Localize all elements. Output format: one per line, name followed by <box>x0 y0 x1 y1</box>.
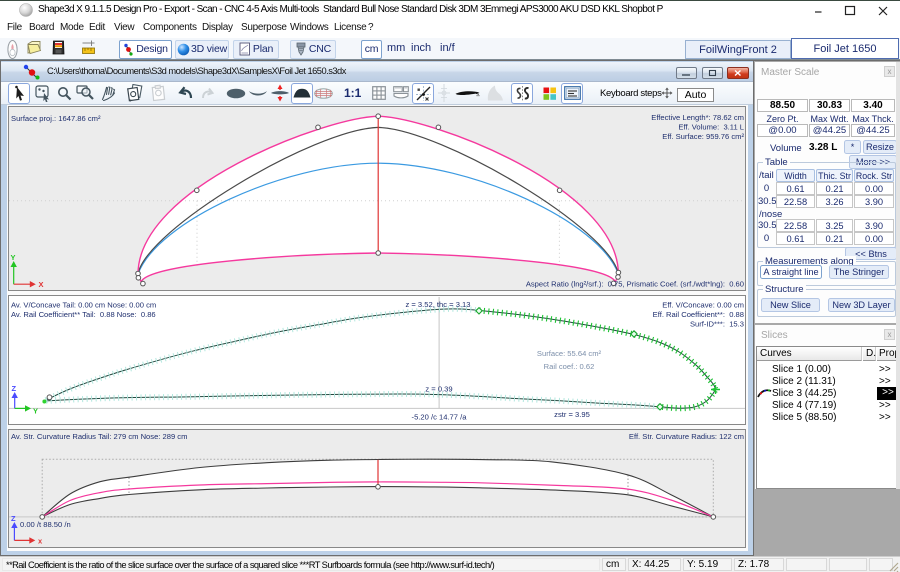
svg-text:Av. Rail Coefficient** Tail:: Av. Rail Coefficient** Tail: 0.88 Nose: … <box>11 310 156 319</box>
svg-text:Av. Str. Curvature Radius Tail: Av. Str. Curvature Radius Tail: 279 cm N… <box>11 432 187 441</box>
svg-text:Rail coef.: 0.62: Rail coef.: 0.62 <box>544 362 595 371</box>
svg-text:Eff. V/Concave: 0.00 cm: Eff. V/Concave: 0.00 cm <box>662 301 744 310</box>
svg-text:zstr = 3.95: zstr = 3.95 <box>554 410 590 419</box>
svg-text:Z: Z <box>12 384 17 393</box>
svg-text:Eff. Surface: 959.76 cm²: Eff. Surface: 959.76 cm² <box>662 132 744 141</box>
svg-text:X: X <box>39 280 44 289</box>
svg-text:Aspect Ratio (lng²/srf.): 0.7: Aspect Ratio (lng²/srf.): 0.75, Prismati… <box>526 280 744 289</box>
svg-text:Eff. Rail Coefficient**: 0.88: Eff. Rail Coefficient**: 0.88 <box>653 310 744 319</box>
svg-text:Effective Length*: 78.62 cm: Effective Length*: 78.62 cm <box>651 113 744 122</box>
svg-text:0.00 /t 88.50 /n: 0.00 /t 88.50 /n <box>20 520 71 529</box>
svg-text:Eff. Str. Curvature Radius: 12: Eff. Str. Curvature Radius: 122 cm <box>629 432 744 441</box>
svg-text:Surface: 55.64 cm²: Surface: 55.64 cm² <box>537 349 602 358</box>
svg-text:Surface proj.: 1647.86 cm²: Surface proj.: 1647.86 cm² <box>11 114 101 123</box>
svg-text:Av. V/Concave Tail: 0.00 cm No: Av. V/Concave Tail: 0.00 cm Nose: 0.00 c… <box>11 301 156 310</box>
svg-text:Eff. Volume: 3.11 L: Eff. Volume: 3.11 L <box>678 123 744 132</box>
svg-text:z = 0.39: z = 0.39 <box>425 385 452 394</box>
svg-text:Y: Y <box>33 407 38 416</box>
svg-text:z = 3.52, thc = 3.13: z = 3.52, thc = 3.13 <box>405 300 470 309</box>
svg-text:Surf-ID***: 15.3: Surf-ID***: 15.3 <box>690 320 744 329</box>
svg-text:Z: Z <box>11 514 16 523</box>
svg-text:-5.20 /c 14.77 /a: -5.20 /c 14.77 /a <box>412 413 468 422</box>
svg-text:x: x <box>38 537 43 546</box>
svg-text:Y: Y <box>11 253 16 262</box>
